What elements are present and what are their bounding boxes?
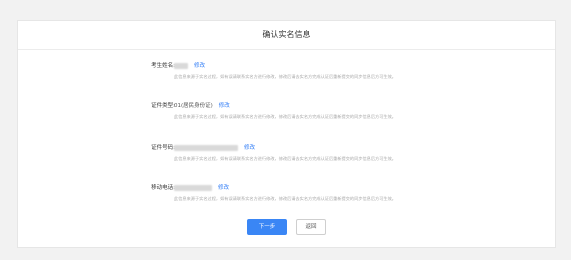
blurred-value [174, 62, 188, 69]
edit-link[interactable]: 修改 [219, 103, 230, 109]
field-label: 考生姓名: [151, 63, 175, 69]
field-value: 修改 [174, 183, 229, 191]
field-tip: 此信息来源于实名过程，如有误请联系实名方进行修改，修改后请去实名方完成认证后重新… [174, 196, 396, 201]
page-title: 确认实名信息 [18, 21, 555, 50]
field-value: 修改 [174, 61, 205, 69]
next-button[interactable]: 下一步 [246, 219, 287, 235]
back-button[interactable]: 返回 [296, 219, 327, 235]
field-label: 证件号码: [151, 145, 175, 151]
edit-link[interactable]: 修改 [194, 63, 205, 69]
field-value: 修改 [174, 143, 255, 151]
blurred-value [174, 144, 238, 151]
field-label: 证件类型: [151, 103, 175, 109]
field-tip: 此信息来源于实名过程，如有误请联系实名方进行修改，修改后请去实名方完成认证后重新… [174, 74, 396, 79]
field-tip: 此信息来源于实名过程，如有误请联系实名方进行修改，修改后请去实名方完成认证后重新… [174, 114, 396, 119]
field-label: 移动电话: [151, 185, 175, 191]
button-bar: 下一步 返回 [18, 219, 555, 238]
id-type-value: 01(居民身份证) [174, 103, 213, 109]
field-value: 01(居民身份证) 修改 [174, 101, 230, 109]
field-tip: 此信息来源于实名过程，如有误请联系实名方进行修改，修改后请去实名方完成认证后重新… [174, 156, 396, 161]
edit-link[interactable]: 修改 [244, 145, 255, 151]
confirm-realname-card: 确认实名信息 考生姓名: 修改 此信息来源于实名过程，如有误请联系实名方进行修改… [17, 20, 556, 248]
edit-link[interactable]: 修改 [218, 185, 229, 191]
blurred-value [174, 184, 212, 191]
